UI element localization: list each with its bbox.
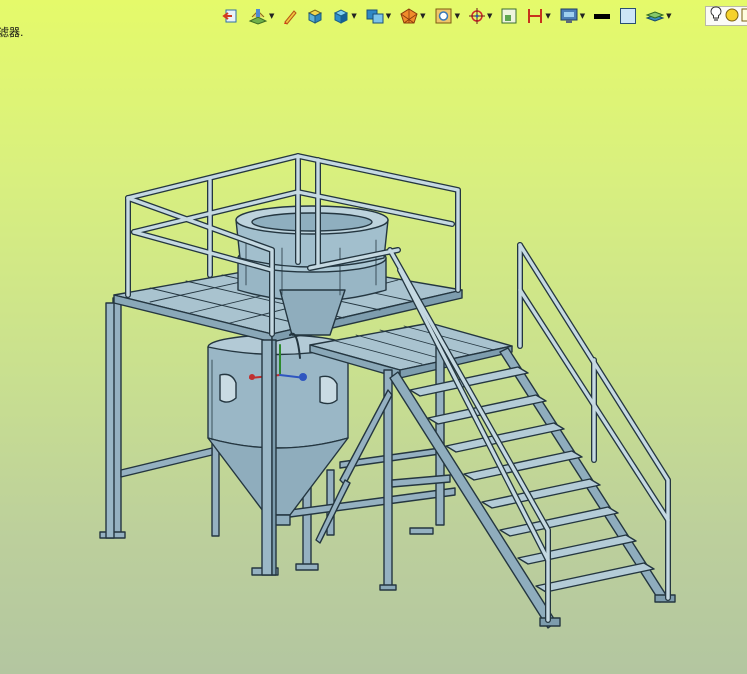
display-settings-button[interactable]: ▼ bbox=[559, 5, 585, 27]
view-orientation-icon bbox=[434, 7, 454, 25]
view-orientation-button[interactable]: ▼ bbox=[434, 5, 460, 27]
dimension-button[interactable]: ▼ bbox=[526, 5, 551, 27]
color-ball-icon bbox=[725, 7, 739, 26]
3d-model-viewport[interactable] bbox=[0, 30, 747, 674]
dimension-icon bbox=[526, 7, 544, 25]
line-color-swatch bbox=[593, 7, 611, 25]
layers-icon bbox=[645, 7, 665, 25]
layers-button[interactable]: ▼ bbox=[645, 5, 672, 27]
lighting-control[interactable] bbox=[705, 6, 747, 26]
shaded-view-icon bbox=[332, 7, 350, 25]
chevron-down-icon[interactable]: ▼ bbox=[351, 12, 356, 20]
render-style-button[interactable]: ▼ bbox=[399, 5, 426, 27]
display-mode-icon bbox=[365, 7, 385, 25]
chevron-down-icon[interactable]: ▼ bbox=[455, 12, 460, 20]
chevron-down-icon[interactable]: ▼ bbox=[487, 12, 492, 20]
chevron-down-icon[interactable]: ▼ bbox=[420, 12, 425, 20]
chevron-down-icon[interactable]: ▼ bbox=[269, 12, 274, 20]
chevron-down-icon[interactable]: ▼ bbox=[386, 12, 391, 20]
pen-icon bbox=[282, 7, 298, 25]
box-view-icon bbox=[306, 7, 324, 25]
background-color-button[interactable] bbox=[619, 5, 637, 27]
render-icon bbox=[399, 7, 419, 25]
target-icon bbox=[468, 7, 486, 25]
section-view-button[interactable]: ▼ bbox=[248, 5, 274, 27]
line-color-button[interactable] bbox=[593, 5, 611, 27]
staircase bbox=[389, 347, 676, 629]
frame-icon bbox=[500, 7, 518, 25]
view-toolbar: ▼ ▼ ▼ ▼ ▼ ▼ ▼ ▼ ▼ bbox=[222, 5, 680, 27]
target-button[interactable]: ▼ bbox=[468, 5, 492, 27]
display-mode-button[interactable]: ▼ bbox=[365, 5, 391, 27]
sketch-pen-button[interactable] bbox=[282, 5, 298, 27]
lightbulb-icon bbox=[710, 6, 722, 26]
chevron-down-icon[interactable]: ▼ bbox=[666, 12, 671, 20]
exit-sketch-icon bbox=[222, 7, 240, 25]
monitor-icon bbox=[559, 7, 579, 25]
color-ball-icon-2 bbox=[741, 7, 747, 26]
exit-sketch-button[interactable] bbox=[222, 5, 240, 27]
section-view-icon bbox=[248, 7, 268, 25]
chevron-down-icon[interactable]: ▼ bbox=[545, 12, 550, 20]
background-swatch bbox=[619, 7, 637, 25]
shaded-view-button[interactable]: ▼ bbox=[332, 5, 357, 27]
zoom-frame-button[interactable] bbox=[500, 5, 518, 27]
chevron-down-icon[interactable]: ▼ bbox=[580, 12, 585, 20]
isometric-view-button[interactable] bbox=[306, 5, 324, 27]
